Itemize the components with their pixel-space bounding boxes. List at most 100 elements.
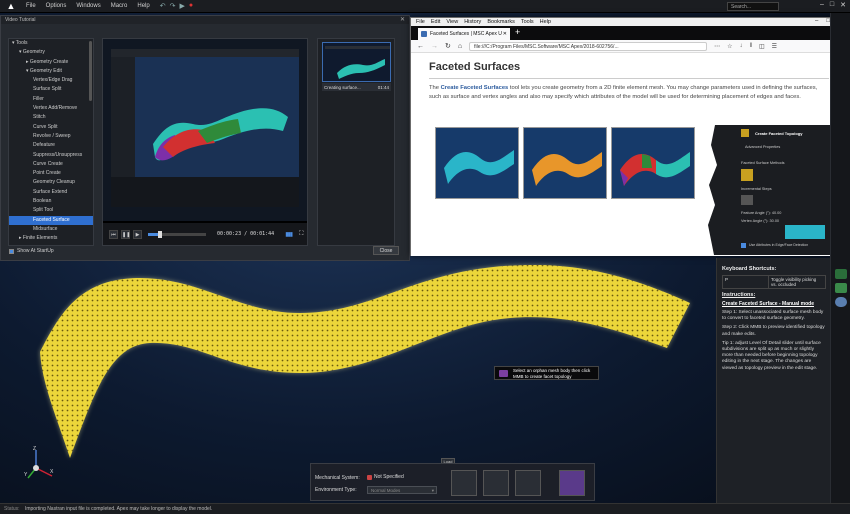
tree-node[interactable]: ▾ Geometry Edit [9,67,93,76]
tree-node[interactable]: Suppress/Unsuppress [9,151,93,160]
menu-macro[interactable]: Macro [111,3,128,9]
browser-minimize-button[interactable]: – [815,18,818,25]
tree-node[interactable]: Stitch [9,113,93,122]
menu-help[interactable]: Help [137,3,149,9]
pause-icon[interactable]: ❚❚ [121,229,130,239]
panel-adv: Advanced Properties [745,145,781,149]
video-tutorial-dialog: Video Tutorial ✕ ▾ Tools ▾ Geometry ▸ Geom… [0,15,410,261]
tree-node[interactable]: Split Tool [9,206,93,215]
scenario-tile-1[interactable] [451,470,477,496]
favicon-icon [421,31,427,37]
tree-node[interactable]: Surface Extend [9,188,93,197]
browser-menu-history[interactable]: History [464,19,481,25]
tree-node[interactable]: Geometry Cleanup [9,178,93,187]
progress-knob[interactable] [157,230,162,238]
tree-node[interactable]: ▸ Geometry Create [9,58,93,67]
manual-mode-link[interactable]: Create Faceted Surface - Manual mode [722,301,825,307]
tab-close-icon[interactable]: ✕ [503,28,507,40]
tree-node[interactable]: Curve Split [9,123,93,132]
tree-node[interactable]: Surface Split [9,85,93,94]
browser-menu-tools[interactable]: Tools [521,19,534,25]
tutorial-tree: ▾ Tools ▾ Geometry ▸ Geometry Create ▾ Geom… [8,38,94,246]
menu-options[interactable]: Options [46,3,67,9]
browser-menu-file[interactable]: File [416,19,425,25]
tree-scrollbar[interactable] [89,41,92,101]
sidebar-icon[interactable]: ◫ [759,43,765,50]
tree-node[interactable]: ▾ Geometry [9,48,93,57]
tree-node[interactable]: Midsurface [9,225,93,234]
menu-windows[interactable]: Windows [76,3,100,9]
environment-type-select[interactable]: Normal Modes ▾ [367,486,437,494]
tree-node[interactable]: Vertex Add/Remove [9,104,93,113]
back-icon[interactable]: ← [417,43,424,50]
volume-icon[interactable]: ▮▮▮ [285,231,293,238]
library-icon[interactable]: ‖ [750,43,752,49]
browser-menu-bookmarks[interactable]: Bookmarks [487,19,515,25]
mesh-figure-1 [435,127,519,199]
show-at-startup-checkbox[interactable]: Show At StartUp [9,248,54,254]
tree-node[interactable]: Defeature [9,141,93,150]
tooltip-text: Select an orphan mesh body then click MM… [513,368,591,379]
browser-menu-edit[interactable]: Edit [431,19,440,25]
redo-icon[interactable]: ↷ [170,2,176,10]
video-progress-slider[interactable] [148,230,206,238]
tree-node[interactable]: Revolve / Sweep [9,132,93,141]
dialog-close-button[interactable]: Close [373,246,399,255]
dialog-titlebar: Video Tutorial [1,16,409,24]
more-icon[interactable]: ⋯ [714,43,720,50]
axis-triad[interactable]: Z X Y [24,446,56,482]
mechanical-system-value[interactable]: Not Specified [367,474,404,480]
select-icon[interactable]: ▶ [179,2,184,10]
tree-node[interactable]: Filler [9,95,93,104]
layers-icon[interactable] [834,269,847,279]
tree-node[interactable]: Boolean [9,197,93,206]
skip-back-icon[interactable]: ⏮ [109,229,118,239]
record-icon[interactable]: ● [189,2,193,10]
browser-menu-help[interactable]: Help [540,19,551,25]
close-button[interactable]: ✕ [840,1,846,9]
url-bar[interactable]: file:///C:/Program Files/MSC.Software/MS… [469,41,708,51]
video-thumbnail[interactable] [322,42,391,82]
minimize-button[interactable]: – [820,1,824,9]
scenario-tile-2[interactable] [483,470,509,496]
forward-icon[interactable]: → [431,43,438,50]
vertex-angle-label: Vertex Angle (°): [741,219,769,223]
tool-name: Create Faceted Surfaces [440,85,509,91]
tree-node[interactable]: Vertex/Edge Drag [9,76,93,85]
download-icon[interactable]: ↓ [740,43,743,49]
scenario-tile-4[interactable] [559,470,585,496]
reload-icon[interactable]: ↻ [445,42,451,50]
triad-y-label: Y [24,472,28,478]
search-input[interactable]: Search... [727,2,779,11]
fullscreen-icon[interactable]: ⛶ [299,231,303,238]
video-frame [103,39,307,221]
checkbox-checked-icon[interactable] [9,248,14,254]
menu-file[interactable]: File [26,3,36,9]
mesh-figure-2 [523,127,607,199]
stack-icon[interactable] [834,283,847,293]
window-controls: – □ ✕ [820,1,846,9]
vertex-angle-row: Vertex Angle (°): 30.00 [741,219,779,223]
dialog-title: Video Tutorial [5,17,36,23]
hamburger-menu-icon[interactable]: ☰ [772,43,777,50]
tree-node[interactable]: Point Create [9,169,93,178]
maximize-button[interactable]: □ [830,1,834,9]
tree-node[interactable]: ▸ Finite Elements [9,234,93,243]
bookmark-icon[interactable]: ☆ [727,43,732,50]
shortcut-row: P Toggle visibility picking vs. occluded [722,275,826,289]
play-icon[interactable]: ▶ [133,229,142,239]
feature-angle-row: Feature Angle (°): 40.00 [741,211,781,215]
undo-icon[interactable]: ↶ [160,2,166,10]
browser-tab[interactable]: Faceted Surfaces | MSC Apex U ✕ [418,28,510,40]
new-tab-button[interactable]: + [515,27,520,37]
video-player[interactable]: ⏮ ❚❚ ▶ 00:00:23 / 00:01:44 ▮▮▮ ⛶ [102,38,308,246]
scenario-tile-3[interactable] [515,470,541,496]
dialog-close-icon[interactable]: ✕ [400,16,405,23]
home-icon[interactable]: ⌂ [458,43,462,50]
environment-type-value: Normal Modes [371,488,401,493]
tree-node[interactable]: Curve Create [9,160,93,169]
browser-menu-view[interactable]: View [446,19,458,25]
tree-node[interactable]: Faceted Surface [9,215,93,225]
globe-icon[interactable] [834,297,847,307]
tree-node[interactable]: ▾ Tools [9,39,93,48]
